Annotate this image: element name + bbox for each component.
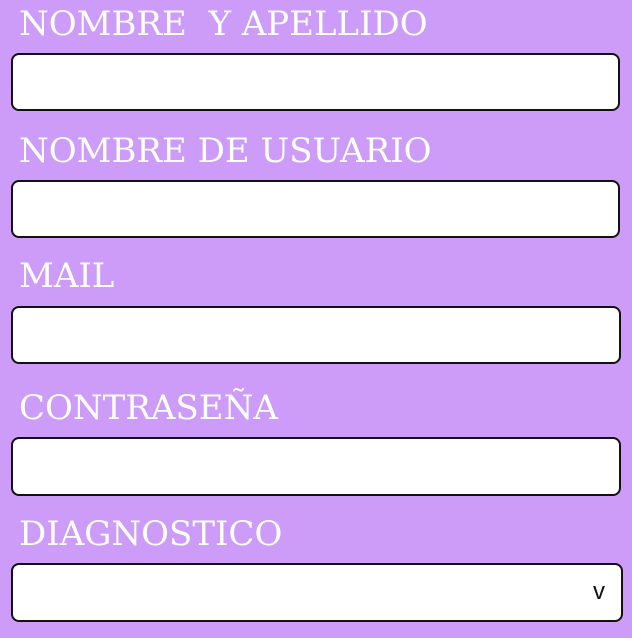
contrasena-field[interactable] bbox=[11, 437, 621, 496]
nombre-usuario-field[interactable] bbox=[11, 180, 620, 238]
contrasena-label: CONTRASEÑA bbox=[19, 388, 278, 428]
diagnostico-label: DIAGNOSTICO bbox=[19, 514, 283, 554]
diagnostico-select[interactable]: v bbox=[11, 563, 623, 622]
nombre-usuario-label: NOMBRE DE USUARIO bbox=[19, 131, 432, 171]
nombre-apellido-input[interactable] bbox=[13, 55, 618, 109]
mail-field[interactable] bbox=[11, 306, 621, 364]
contrasena-input[interactable] bbox=[13, 439, 619, 494]
mail-label: MAIL bbox=[19, 256, 115, 296]
nombre-usuario-input[interactable] bbox=[13, 182, 618, 236]
mail-input[interactable] bbox=[13, 308, 619, 362]
nombre-apellido-field[interactable] bbox=[11, 53, 620, 111]
nombre-apellido-label: NOMBRE Y APELLIDO bbox=[19, 4, 428, 44]
chevron-down-icon[interactable]: v bbox=[593, 577, 605, 607]
registration-form: NOMBRE Y APELLIDO NOMBRE DE USUARIO MAIL… bbox=[0, 0, 632, 638]
